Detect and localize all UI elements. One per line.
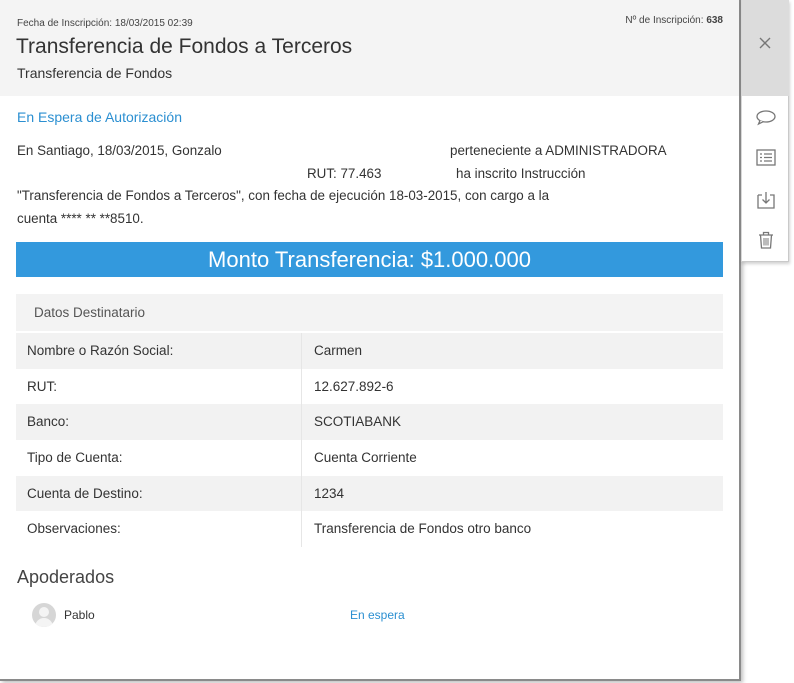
column-divider (301, 440, 302, 476)
column-divider (301, 333, 302, 369)
apoderados-heading: Apoderados (17, 567, 115, 587)
row-label: Observaciones: (27, 521, 121, 537)
fecha-label: Fecha de Inscripción: (17, 18, 113, 29)
description-paragraph: En Santiago, 18/03/2015, Gonzalo pertene… (17, 140, 722, 230)
table-row: Observaciones: Transferencia de Fondos o… (16, 511, 723, 548)
row-label: Cuenta de Destino: (27, 485, 143, 501)
avatar (32, 603, 56, 627)
apoderado-name: Pablo (64, 608, 95, 622)
description-text: En Santiago, 18/03/2015, Gonzalo (17, 143, 222, 158)
description-text: "Transferencia de Fondos a Terceros", co… (17, 188, 550, 203)
description-line: "Transferencia de Fondos a Terceros", co… (17, 185, 722, 208)
description-line: RUT: 77.463 ha inscrito Instrucción (17, 163, 722, 186)
row-value: Transferencia de Fondos otro banco (314, 521, 532, 537)
numero-inscripcion: Nº de Inscripción: 638 (625, 15, 723, 26)
fecha-inscripcion: Fecha de Inscripción: 18/03/2015 02:39 (17, 18, 193, 29)
row-label: RUT: (27, 378, 57, 394)
fecha-value: 18/03/2015 02:39 (114, 18, 193, 29)
list-icon[interactable] (755, 147, 777, 169)
apoderado-status-link[interactable]: En espera (350, 608, 405, 622)
column-divider (301, 475, 302, 512)
table-row: Tipo de Cuenta: Cuenta Corriente (16, 440, 723, 476)
status-text: En Espera de Autorización (17, 109, 182, 125)
column-divider (301, 404, 302, 441)
row-value: Cuenta Corriente (314, 450, 417, 466)
row-value: 1234 (314, 485, 345, 501)
page-subtitle: Transferencia de Fondos (17, 65, 173, 81)
close-icon[interactable] (756, 34, 774, 52)
row-value: SCOTIABANK (314, 414, 402, 430)
description-text: cuenta **** ** **8510. (17, 210, 144, 226)
destinatario-table: Nombre o Razón Social: Carmen RUT: 12.62… (16, 333, 723, 548)
description-text: RUT: 77.463 (307, 165, 382, 181)
page-title: Transferencia de Fondos a Terceros (16, 35, 353, 58)
download-icon[interactable] (755, 189, 777, 211)
amount-banner: Monto Transferencia: $1.000.000 (16, 242, 723, 277)
numero-value: 638 (706, 15, 723, 26)
trash-icon[interactable] (755, 229, 777, 251)
table-row: Cuenta de Destino: 1234 (16, 475, 723, 512)
row-label: Banco: (27, 414, 70, 430)
table-row: RUT: 12.627.892-6 (16, 368, 723, 405)
description-text: perteneciente a ADMINISTRADORA (450, 143, 667, 158)
table-row: Banco: SCOTIABANK (16, 404, 723, 441)
description-line: cuenta **** ** **8510. (17, 208, 722, 231)
column-divider (301, 511, 302, 548)
column-divider (301, 368, 302, 405)
comment-icon[interactable] (755, 107, 777, 129)
numero-label: Nº de Inscripción: (625, 15, 704, 26)
panel-header: Fecha de Inscripción: 18/03/2015 02:39 N… (0, 0, 739, 96)
sidebar-top (742, 0, 789, 96)
avatar-head-shape (39, 607, 49, 617)
datos-destinatario-heading: Datos Destinatario (16, 294, 723, 331)
description-text: ha inscrito Instrucción (456, 165, 586, 181)
avatar-body-shape (35, 618, 53, 627)
transfer-detail-panel: Fecha de Inscripción: 18/03/2015 02:39 N… (0, 0, 741, 681)
table-row: Nombre o Razón Social: Carmen (16, 333, 723, 369)
action-sidebar (741, 0, 789, 262)
row-label: Tipo de Cuenta: (27, 450, 123, 466)
description-line: En Santiago, 18/03/2015, Gonzalo pertene… (17, 140, 722, 163)
row-label: Nombre o Razón Social: (27, 343, 174, 358)
row-value: Carmen (314, 343, 363, 358)
row-value: 12.627.892-6 (314, 378, 394, 394)
